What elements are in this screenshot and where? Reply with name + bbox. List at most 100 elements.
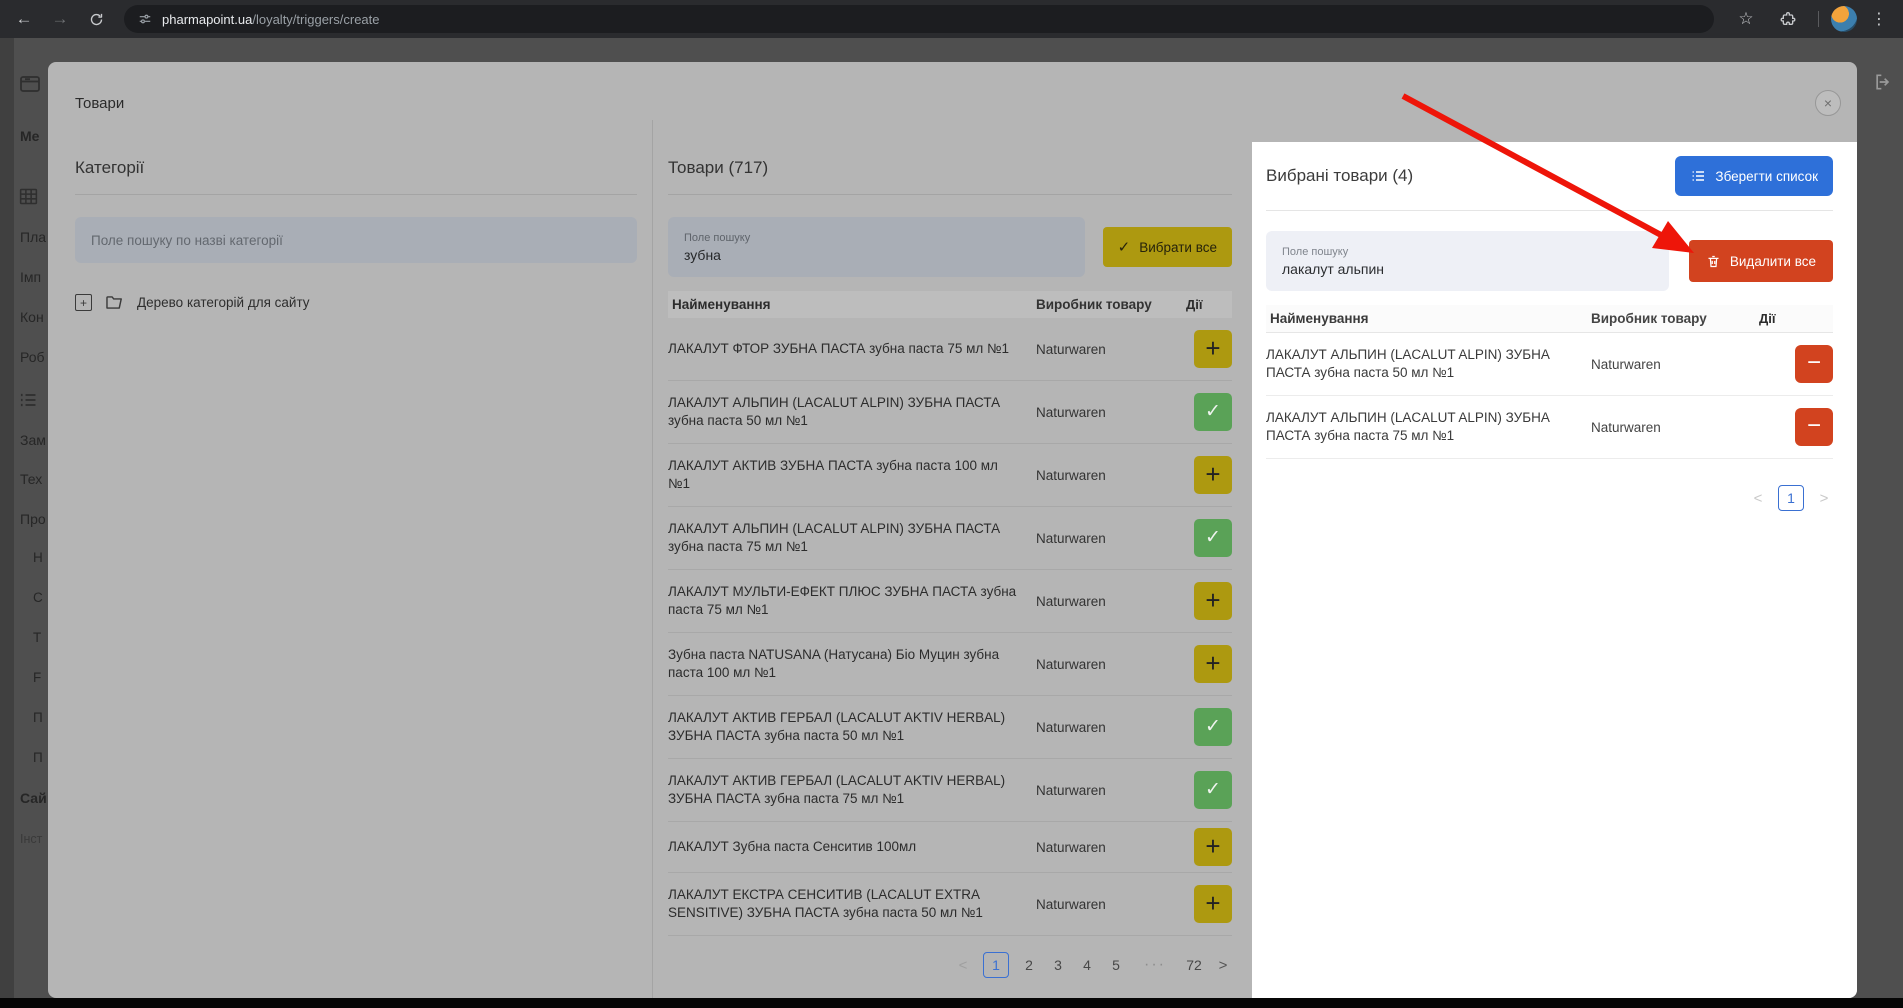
table-row: ЛАКАЛУТ АКТИВ ГЕРБАЛ (LACALUT AKTIV HERB… (668, 696, 1232, 759)
sidebar-subitem-1[interactable]: Н (33, 550, 43, 565)
sidebar-item-orders[interactable]: Зам (20, 432, 46, 448)
page-5[interactable]: 5 (1107, 957, 1125, 973)
chevron-left-icon[interactable]: < (954, 957, 972, 974)
sidebar-subitem-4[interactable]: F (33, 670, 41, 685)
window-icon (18, 72, 42, 101)
col-name: Найменування (668, 296, 1036, 314)
sidebar-subitem-5[interactable]: П (33, 710, 43, 725)
page-3[interactable]: 3 (1049, 957, 1067, 973)
products-pagination: < 1 2 3 4 5 ··· 72 > (668, 952, 1232, 978)
remove-product-button[interactable]: − (1795, 345, 1833, 383)
add-product-button[interactable]: + (1194, 885, 1232, 923)
sidebar-item-promo[interactable]: Про (20, 511, 46, 527)
add-product-button[interactable]: + (1194, 828, 1232, 866)
table-row: ЛАКАЛУТ ФТОР ЗУБНА ПАСТА зубна паста 75 … (668, 318, 1232, 381)
browser-actions: ☆ ⋮ (1728, 5, 1895, 33)
minus-icon: − (1807, 351, 1821, 375)
plus-icon: + (1205, 335, 1220, 361)
chevron-left-icon[interactable]: < (1749, 490, 1767, 507)
products-search-value: зубна (684, 247, 1069, 263)
sidebar-subitem-3[interactable]: Т (33, 630, 41, 645)
selected-pagination: < 1 > (1266, 485, 1833, 511)
back-icon[interactable]: ← (6, 5, 42, 33)
chevron-right-icon[interactable]: > (1214, 957, 1232, 974)
page-1[interactable]: 1 (1778, 485, 1804, 511)
category-search-input[interactable]: Поле пошуку по назві категорії (75, 217, 637, 263)
products-modal: Товари × Категорії Поле пошуку по назві … (48, 62, 1857, 998)
add-product-button[interactable]: + (1194, 330, 1232, 368)
sidebar-item-plans[interactable]: Пла (20, 229, 46, 245)
product-name: ЛАКАЛУТ АЛЬПИН (LACALUT ALPIN) ЗУБНА ПАС… (1266, 346, 1591, 382)
browser-toolbar: ← → pharmapoint.ua/loyalty/triggers/crea… (0, 0, 1903, 38)
product-manufacturer: Naturwaren (1036, 840, 1186, 855)
product-name: ЛАКАЛУТ АКТИВ ГЕРБАЛ (LACALUT AKTIV HERB… (668, 709, 1036, 745)
product-added-button[interactable]: ✓ (1194, 519, 1232, 557)
selected-title: Вибрані товари (4) (1266, 166, 1413, 186)
product-added-button[interactable]: ✓ (1194, 708, 1232, 746)
product-added-button[interactable]: ✓ (1194, 393, 1232, 431)
close-icon[interactable]: × (1815, 90, 1841, 116)
product-manufacturer: Naturwaren (1036, 897, 1186, 912)
reload-icon[interactable] (78, 5, 114, 33)
selected-search-input[interactable]: Поле пошуку лакалут альпин (1266, 231, 1669, 291)
page-2[interactable]: 2 (1020, 957, 1038, 973)
exit-icon[interactable] (1873, 72, 1893, 97)
product-added-button[interactable]: ✓ (1194, 771, 1232, 809)
product-manufacturer: Naturwaren (1036, 405, 1186, 420)
check-icon: ✓ (1205, 717, 1221, 736)
category-tree-label: Дерево категорій для сайту (137, 295, 310, 310)
plus-icon: + (1205, 890, 1220, 916)
add-product-button[interactable]: + (1194, 645, 1232, 683)
sidebar-item-import[interactable]: Імп (20, 269, 41, 285)
sidebar-item-instructions[interactable]: Інст (20, 832, 42, 846)
table-row: ЛАКАЛУТ АЛЬПИН (LACALUT ALPIN) ЗУБНА ПАС… (1266, 396, 1833, 459)
product-name: ЛАКАЛУТ АЛЬПИН (LACALUT ALPIN) ЗУБНА ПАС… (668, 520, 1036, 556)
remove-product-button[interactable]: − (1795, 408, 1833, 446)
category-tree-item[interactable]: + Дерево категорій для сайту (75, 293, 637, 312)
table-row: ЛАКАЛУТ АКТИВ ЗУБНА ПАСТА зубна паста 10… (668, 444, 1232, 507)
category-search-placeholder: Поле пошуку по назві категорії (91, 233, 283, 248)
modal-title: Товари (75, 95, 124, 112)
profile-avatar[interactable] (1831, 6, 1857, 32)
select-all-button[interactable]: ✓ Вибрати все (1103, 227, 1232, 267)
categories-column: Категорії Поле пошуку по назві категорії… (75, 158, 637, 312)
sidebar-item-work[interactable]: Роб (20, 349, 45, 365)
sidebar-item-contacts[interactable]: Кон (20, 309, 44, 325)
col-name: Найменування (1266, 310, 1591, 328)
page-4[interactable]: 4 (1078, 957, 1096, 973)
site-info-icon[interactable] (138, 12, 152, 26)
add-product-button[interactable]: + (1194, 456, 1232, 494)
delete-all-button[interactable]: Видалити все (1689, 240, 1833, 282)
table-row: ЛАКАЛУТ МУЛЬТИ-ЕФЕКТ ПЛЮС ЗУБНА ПАСТА зу… (668, 570, 1232, 633)
products-search-input[interactable]: Поле пошуку зубна (668, 217, 1085, 277)
url-domain: pharmapoint.ua (162, 12, 252, 27)
categories-title: Категорії (75, 158, 637, 178)
toolbar-separator (1818, 11, 1819, 27)
table-row: ЛАКАЛУТ АЛЬПИН (LACALUT ALPIN) ЗУБНА ПАС… (668, 507, 1232, 570)
expand-icon[interactable]: + (75, 294, 92, 311)
forward-icon[interactable]: → (42, 5, 78, 33)
sidebar-item-site[interactable]: Сай (20, 790, 47, 806)
save-list-button[interactable]: Зберегти список (1675, 156, 1833, 196)
page-edge (0, 38, 14, 998)
browser-menu-icon[interactable]: ⋮ (1863, 9, 1895, 29)
chevron-right-icon[interactable]: > (1815, 490, 1833, 507)
sidebar-subitem-2[interactable]: С (33, 590, 43, 605)
sidebar-subitem-6[interactable]: П (33, 750, 43, 765)
add-product-button[interactable]: + (1194, 582, 1232, 620)
page-1[interactable]: 1 (983, 952, 1009, 978)
product-manufacturer: Naturwaren (1036, 783, 1186, 798)
col-manufacturer: Виробник товару (1036, 297, 1186, 312)
folder-icon (105, 293, 124, 312)
products-search-label: Поле пошуку (684, 232, 1069, 244)
divider (1266, 210, 1833, 211)
sidebar-item-menu[interactable]: Ме (20, 128, 39, 144)
sidebar-item-tech[interactable]: Тех (20, 471, 42, 487)
page-72[interactable]: 72 (1185, 957, 1203, 973)
save-list-icon (1690, 168, 1706, 184)
extensions-icon[interactable] (1770, 5, 1806, 33)
url-bar[interactable]: pharmapoint.ua/loyalty/triggers/create (124, 5, 1714, 33)
select-all-label: Вибрати все (1139, 240, 1217, 255)
bookmark-star-icon[interactable]: ☆ (1728, 5, 1764, 33)
table-row: ЛАКАЛУТ Зубна паста Сенситив 100мл Natur… (668, 822, 1232, 873)
